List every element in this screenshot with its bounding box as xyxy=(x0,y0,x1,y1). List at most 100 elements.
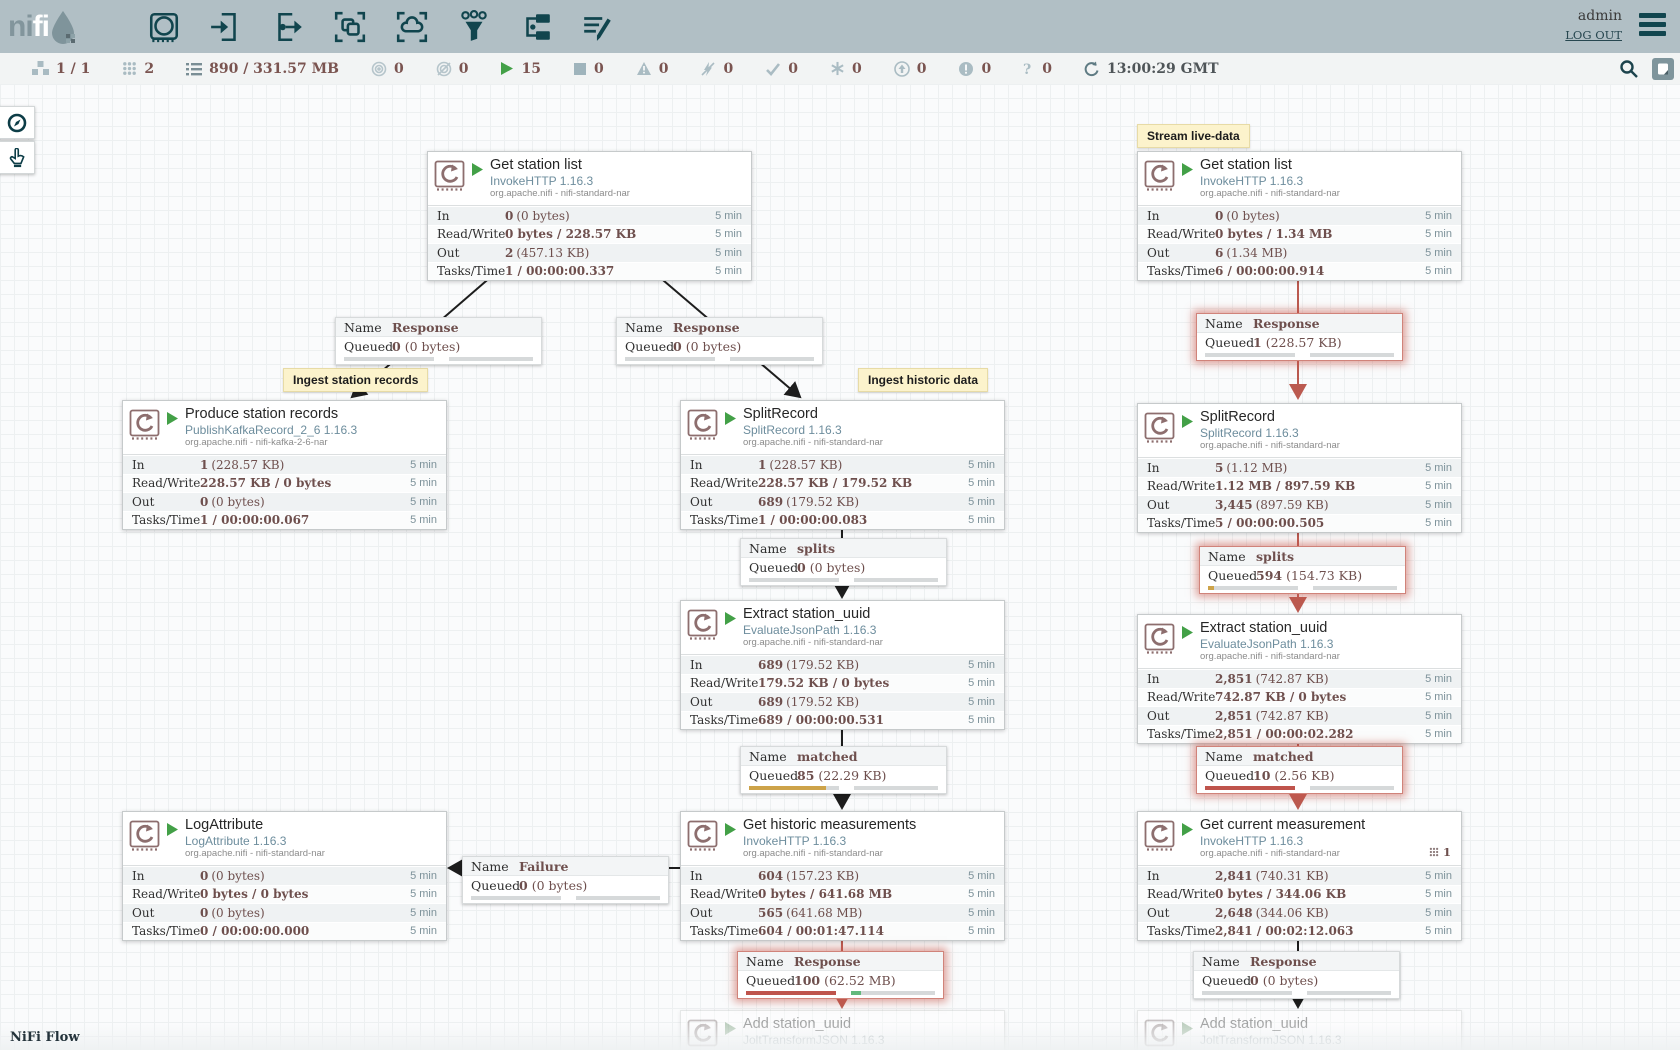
processor-stats: In604(157.23 KB)5 min Read/Write0 bytes … xyxy=(681,865,1004,940)
queue-fill-bars xyxy=(463,894,668,903)
processor-extract-station-uuid-live[interactable]: Extract station_uuid EvaluateJsonPath 1.… xyxy=(1137,614,1462,744)
processor-title: Extract station_uuid xyxy=(1200,620,1340,637)
processor-title: SplitRecord xyxy=(743,406,883,423)
running-status-icon xyxy=(472,163,483,181)
queue-fill-bars xyxy=(741,784,946,793)
processor-splitrecord-historic[interactable]: SplitRecord SplitRecord 1.16.3 org.apach… xyxy=(680,400,1005,530)
toolbar-label-icon[interactable] xyxy=(578,7,618,47)
stat-row-in: In0(0 bytes)5 min xyxy=(123,866,446,885)
toolbar-funnel-icon[interactable] xyxy=(454,7,494,47)
connection-failure-to-logattribute[interactable]: NameFailure Queued0 (0 bytes) xyxy=(462,856,669,904)
selection-hand-button[interactable] xyxy=(0,141,35,174)
connection-splits-live[interactable]: Namesplits Queued594 (154.73 KB) xyxy=(1199,546,1406,594)
processor-splitrecord-live[interactable]: SplitRecord SplitRecord 1.16.3 org.apach… xyxy=(1137,403,1462,533)
processor-type: SplitRecord 1.16.3 xyxy=(743,423,883,437)
stat-row-out: Out3,445(897.59 KB)5 min xyxy=(1138,495,1461,514)
processor-stats: In5(1.12 MB)5 min Read/Write1.12 MB / 89… xyxy=(1138,457,1461,532)
queue-fill-bars xyxy=(1197,784,1402,793)
processor-bundle: org.apache.nifi - nifi-standard-nar xyxy=(1200,188,1340,200)
processor-type: InvokeHTTP 1.16.3 xyxy=(490,174,630,188)
connection-response-live[interactable]: NameResponse Queued1 (228.57 KB) xyxy=(1196,313,1403,361)
stat-row-in: In2,851(742.87 KB)5 min xyxy=(1138,669,1461,688)
stat-row-tasks: Tasks/Time2,841 / 00:02:12.0635 min xyxy=(1138,922,1461,941)
flow-status-bar: 1 / 1 2 890 / 331.57 MB 0 0 15 0 0 0 0 0 xyxy=(0,53,1680,85)
breadcrumb-root[interactable]: NiFi Flow xyxy=(10,1030,80,1045)
global-menu-button[interactable] xyxy=(1639,13,1666,40)
running-status-icon xyxy=(725,412,736,430)
flow-canvas[interactable]: Stream live-data Ingest station records … xyxy=(0,84,1680,1050)
running-status-icon xyxy=(725,612,736,630)
stat-row-in: In2,841(740.31 KB)5 min xyxy=(1138,866,1461,885)
processor-get-historic-measurements[interactable]: Get historic measurements InvokeHTTP 1.1… xyxy=(680,811,1005,941)
processor-type: InvokeHTTP 1.16.3 xyxy=(1200,834,1365,848)
processor-bundle: org.apache.nifi - nifi-standard-nar xyxy=(1200,651,1340,663)
connection-response-historic-full[interactable]: NameResponse Queued100 (62.52 MB) xyxy=(737,951,944,999)
toolbar-output-port-icon[interactable] xyxy=(268,7,308,47)
app-header: nifi xyxy=(0,0,1680,53)
processor-title: Get station list xyxy=(490,157,630,174)
stat-row-tasks: Tasks/Time0 / 00:00:00.0005 min xyxy=(123,922,446,941)
processor-extract-station-uuid-historic[interactable]: Extract station_uuid EvaluateJsonPath 1.… xyxy=(680,600,1005,730)
processor-bundle: org.apache.nifi - nifi-kafka-2-6-nar xyxy=(185,437,357,449)
stat-row-out: Out689(179.52 KB)5 min xyxy=(681,692,1004,711)
flow-label-stream-live-data[interactable]: Stream live-data xyxy=(1137,124,1250,148)
toolbar-process-group-icon[interactable] xyxy=(330,7,370,47)
stat-row-tasks: Tasks/Time689 / 00:00:00.5315 min xyxy=(681,711,1004,730)
current-user-label: admin xyxy=(1565,6,1622,26)
processor-get-station-list-historic[interactable]: Get station list InvokeHTTP 1.16.3 org.a… xyxy=(427,151,752,281)
processor-bundle: org.apache.nifi - nifi-standard-nar xyxy=(743,637,883,649)
processor-bundle: org.apache.nifi - nifi-standard-nar xyxy=(490,188,630,200)
stat-row-out: Out2,648(344.06 KB)5 min xyxy=(1138,903,1461,922)
thread-grid-icon xyxy=(122,61,137,76)
stat-row-out: Out0(0 bytes)5 min xyxy=(123,903,446,922)
processor-get-current-measurement[interactable]: Get current measurement InvokeHTTP 1.16.… xyxy=(1137,811,1462,941)
logo-text-ni: ni xyxy=(8,10,33,44)
processor-stats: In0(0 bytes)5 min Read/Write0 bytes / 0 … xyxy=(123,865,446,940)
queue-fill-bars xyxy=(1194,989,1399,998)
flow-label-ingest-historic-data[interactable]: Ingest historic data xyxy=(858,368,988,392)
stat-row-read-write: Read/Write0 bytes / 228.57 KB5 min xyxy=(428,225,751,244)
stat-row-read-write: Read/Write0 bytes / 1.34 MB5 min xyxy=(1138,225,1461,244)
processor-produce-station-records[interactable]: Produce station records PublishKafkaReco… xyxy=(122,400,447,530)
processor-stamp-icon xyxy=(681,817,725,853)
processor-stats: In1(228.57 KB)5 min Read/Write228.57 KB … xyxy=(123,454,446,529)
canvas-panel-toggle-button[interactable] xyxy=(1652,58,1674,80)
processor-bundle: org.apache.nifi - nifi-standard-nar xyxy=(1200,848,1365,860)
processor-stats: In2,851(742.87 KB)5 min Read/Write742.87… xyxy=(1138,668,1461,743)
refresh-icon[interactable] xyxy=(1084,61,1100,77)
stat-row-tasks: Tasks/Time2,851 / 00:00:02.2825 min xyxy=(1138,725,1461,744)
birdseye-navigate-button[interactable] xyxy=(0,106,35,139)
status-disabled: 0 xyxy=(700,61,733,77)
logout-link[interactable]: LOG OUT xyxy=(1565,26,1622,44)
stat-row-tasks: Tasks/Time604 / 00:01:47.1145 min xyxy=(681,922,1004,941)
status-invalid: 0 xyxy=(636,61,669,77)
connection-response-to-splitrecord[interactable]: NameResponse Queued0 (0 bytes) xyxy=(616,317,823,365)
status-stopped: 0 xyxy=(573,61,604,77)
stat-row-in: In1(228.57 KB)5 min xyxy=(123,455,446,474)
processor-get-station-list-live[interactable]: Get station list InvokeHTTP 1.16.3 org.a… xyxy=(1137,151,1462,281)
toolbar-processor-icon[interactable] xyxy=(144,7,184,47)
processor-logattribute[interactable]: LogAttribute LogAttribute 1.16.3 org.apa… xyxy=(122,811,447,941)
processor-type: InvokeHTTP 1.16.3 xyxy=(1200,174,1340,188)
stat-row-out: Out0(0 bytes)5 min xyxy=(123,492,446,511)
connection-response-live-empty[interactable]: NameResponse Queued0 (0 bytes) xyxy=(1193,951,1400,999)
connection-response-to-produce[interactable]: NameResponse Queued0 (0 bytes) xyxy=(335,317,542,365)
processor-stats: In0(0 bytes)5 min Read/Write0 bytes / 22… xyxy=(428,205,751,280)
processor-stamp-icon xyxy=(428,157,472,193)
connection-splits-historic[interactable]: Namesplits Queued0 (0 bytes) xyxy=(740,538,947,586)
search-icon[interactable] xyxy=(1619,59,1638,78)
toolbar-template-icon[interactable] xyxy=(516,7,556,47)
stat-row-tasks: Tasks/Time1 / 00:00:00.3375 min xyxy=(428,262,751,281)
hand-pointer-icon xyxy=(8,148,26,168)
status-transmitting: 0 xyxy=(371,61,404,77)
processor-title: Get historic measurements xyxy=(743,817,916,834)
connection-matched-historic[interactable]: Namematched Queued85 (22.29 KB) xyxy=(740,746,947,794)
toolbar-input-port-icon[interactable] xyxy=(206,7,246,47)
processor-type: EvaluateJsonPath 1.16.3 xyxy=(1200,637,1340,651)
connection-matched-live[interactable]: Namematched Queued10 (2.56 KB) xyxy=(1196,746,1403,794)
stat-row-read-write: Read/Write0 bytes / 344.06 KB5 min xyxy=(1138,885,1461,904)
status-queued: 890 / 331.57 MB xyxy=(186,61,339,77)
toolbar-remote-process-group-icon[interactable] xyxy=(392,7,432,47)
stat-row-tasks: Tasks/Time6 / 00:00:00.9145 min xyxy=(1138,262,1461,281)
flow-label-ingest-station-records[interactable]: Ingest station records xyxy=(283,368,428,392)
